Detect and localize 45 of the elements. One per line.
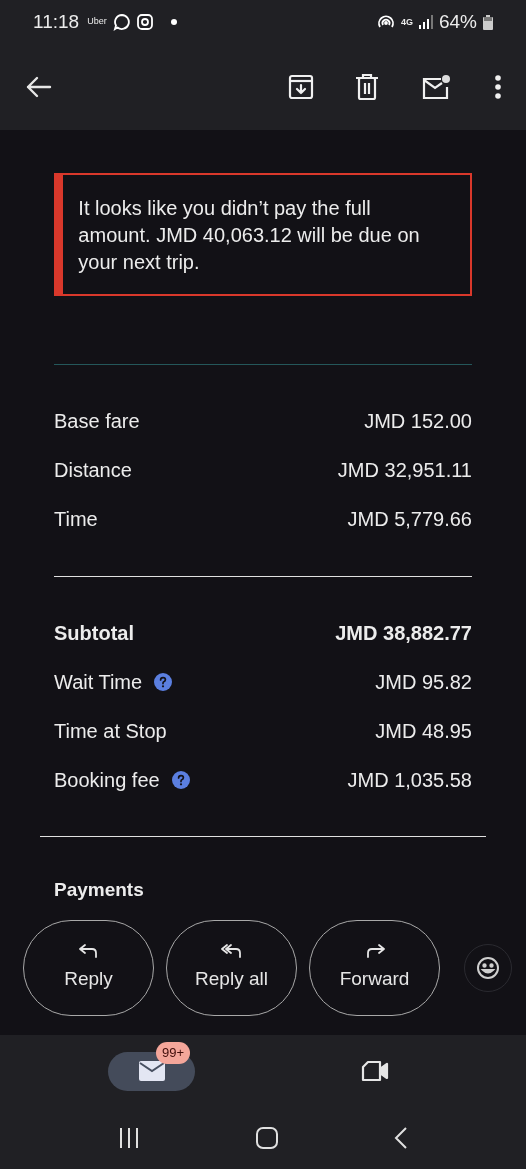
smiley-icon: [476, 956, 500, 980]
hotspot-icon: [376, 14, 395, 30]
signal-icon: [418, 15, 433, 29]
charge-label: Wait Time: [54, 669, 143, 695]
battery-icon: [483, 14, 493, 30]
camera-icon: [136, 14, 153, 30]
back-button[interactable]: [24, 74, 54, 100]
charge-amount: JMD 38,882.77: [335, 620, 472, 646]
delete-button[interactable]: [355, 74, 379, 100]
reply-all-icon: [220, 942, 243, 959]
action-button[interactable]: Reply all: [166, 920, 297, 1016]
video-camera-icon: [359, 1059, 390, 1083]
network-type: 4G: [400, 17, 413, 27]
alert-message: It looks like you didn’t pay the full amount. JMD 40,063.12 will be due on your next trip.: [77, 196, 421, 275]
system-back-button[interactable]: [394, 1126, 408, 1150]
action-button[interactable]: Reply: [23, 920, 154, 1016]
unread-count-badge: 99+: [156, 1041, 191, 1064]
chat-bubble-icon: [112, 13, 131, 31]
fare-amount: JMD 5,779.66: [347, 506, 472, 532]
fare-amount: JMD 152.00: [364, 408, 472, 434]
charge-amount: JMD 48.95: [375, 718, 472, 744]
more-options-button[interactable]: [494, 75, 502, 99]
action-button[interactable]: Forward: [309, 920, 440, 1016]
mail-icon: [137, 1060, 166, 1082]
recent-apps-button[interactable]: [118, 1127, 140, 1149]
fare-amount: JMD 32,951.11: [337, 457, 472, 483]
dot-icon: [170, 19, 177, 25]
home-button[interactable]: [256, 1127, 278, 1149]
reply-icon: [77, 942, 100, 959]
charge-amount: JMD 1,035.58: [347, 767, 472, 793]
mark-unread-button[interactable]: [421, 74, 451, 100]
charge-label: Time at Stop: [54, 718, 167, 744]
notification-app-label: Uber: [87, 15, 107, 29]
battery-percent: 64%: [438, 9, 477, 34]
fare-label: Base fare: [54, 408, 140, 434]
archive-button[interactable]: [288, 74, 314, 100]
charge-amount: JMD 95.82: [375, 669, 472, 695]
status-time: 11:18: [33, 9, 80, 34]
fare-label: Distance: [54, 457, 132, 483]
fare-label: Time: [54, 506, 98, 532]
help-icon[interactable]: [154, 672, 173, 691]
help-icon[interactable]: [171, 770, 190, 789]
charge-label: Subtotal: [54, 620, 134, 646]
charge-label: Booking fee: [54, 767, 160, 793]
payments-heading: Payments: [54, 878, 145, 902]
